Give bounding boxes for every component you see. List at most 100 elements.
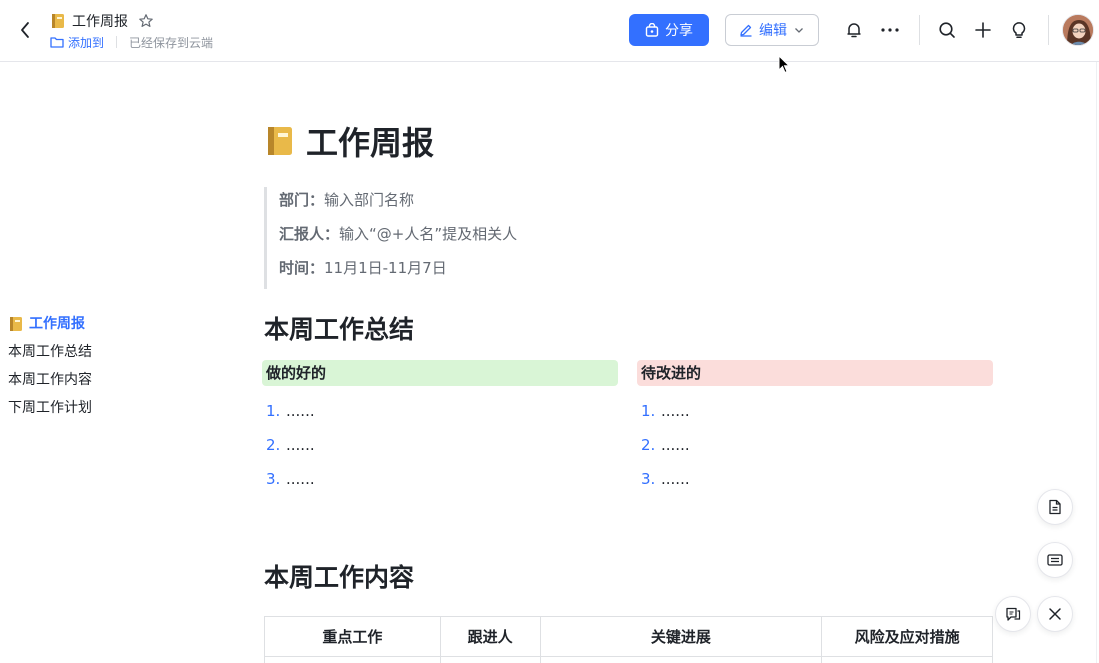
table-cell[interactable]: [439, 656, 541, 663]
comments-button[interactable]: [995, 596, 1031, 632]
meta-reporter: 汇报人：输入“@+人名”提及相关人: [279, 221, 517, 255]
meta-key: 时间：: [279, 259, 325, 277]
meta-value: 11月1日-11月7日: [324, 259, 447, 277]
list-item: 3.......: [262, 462, 618, 496]
outline-item-plan[interactable]: 下周工作计划: [8, 394, 208, 422]
list-item: 1.......: [262, 394, 618, 428]
avatar[interactable]: [1062, 14, 1094, 46]
work-table[interactable]: 重点工作 跟进人 关键进展 风险及应对措施: [264, 616, 993, 663]
scroll-track: [1096, 62, 1097, 663]
chevron-down-icon: [795, 28, 803, 33]
page-title: 工作周报: [264, 118, 434, 164]
meta-date: 时间：11月1日-11月7日: [279, 255, 517, 289]
comment-icon: [1006, 607, 1021, 621]
keyboard-shortcuts-button[interactable]: [1037, 542, 1073, 578]
user-avatar-icon: [1063, 15, 1093, 45]
outline-item-content[interactable]: 本周工作内容: [8, 366, 208, 394]
folder-icon: [50, 37, 64, 48]
search-icon: [939, 22, 955, 38]
add-to-button[interactable]: 添加到: [50, 34, 104, 51]
share-label: 分享: [665, 23, 693, 39]
list-item: 2.......: [637, 428, 993, 462]
edit-mode-dropdown[interactable]: 编辑: [725, 14, 819, 46]
toolbar-divider: [1048, 15, 1049, 45]
meta-block[interactable]: 部门：输入部门名称 汇报人：输入“@+人名”提及相关人 时间：11月1日-11月…: [264, 187, 517, 289]
toolbar-divider: [919, 15, 920, 45]
more-icon: [881, 28, 899, 32]
table-cell[interactable]: [264, 656, 441, 663]
help-button[interactable]: [1007, 18, 1031, 42]
list-text: ......: [286, 436, 315, 454]
top-bar: 工作周报 添加到 已经保存到云端 分享 编辑: [0, 0, 1099, 62]
document-outline: 工作周报 本周工作总结 本周工作内容 下周工作计划: [8, 310, 208, 422]
edit-label: 编辑: [759, 23, 787, 39]
page-title-text: 工作周报: [306, 124, 435, 162]
meta-department: 部门：输入部门名称: [279, 187, 517, 221]
list-number: 3.: [641, 470, 656, 488]
notebook-icon: [268, 127, 292, 155]
outline-item-label: 本周工作总结: [8, 344, 92, 360]
table-cell[interactable]: [821, 656, 993, 663]
meta-key: 部门：: [279, 191, 325, 209]
close-icon: [1049, 608, 1061, 620]
save-status: 已经保存到云端: [129, 35, 214, 50]
pencil-icon: [740, 24, 752, 37]
list-item: 1.......: [637, 394, 993, 428]
list-text: ......: [661, 470, 690, 488]
section-heading-summary: 本周工作总结: [264, 315, 415, 344]
list-number: 1.: [641, 402, 656, 420]
improve-column-title: 待改进的: [637, 360, 993, 386]
list-text: ......: [661, 436, 690, 454]
share-button[interactable]: 分享: [629, 14, 709, 46]
good-column-title: 做的好的: [262, 360, 618, 386]
notebook-icon: [52, 14, 64, 28]
lock-icon: [645, 23, 659, 37]
create-button[interactable]: [971, 18, 995, 42]
document-icon: [1049, 499, 1061, 515]
outline-item-title[interactable]: 工作周报: [8, 310, 208, 338]
table-header-cell[interactable]: 跟进人: [439, 616, 541, 657]
table-cell[interactable]: [539, 656, 823, 663]
outline-item-label: 工作周报: [29, 316, 85, 332]
doc-title: 工作周报: [72, 14, 128, 30]
bell-icon: [847, 23, 861, 38]
chevron-left-icon: [21, 22, 29, 38]
doc-header: 工作周报 添加到 已经保存到云端: [50, 11, 213, 51]
close-panel-button[interactable]: [1037, 596, 1073, 632]
meta-value: 输入部门名称: [324, 191, 415, 209]
table-header-row: 重点工作 跟进人 关键进展 风险及应对措施: [264, 616, 993, 657]
meta-value: 输入“@+人名”提及相关人: [339, 225, 518, 243]
table-header-cell[interactable]: 重点工作: [264, 616, 441, 657]
outline-item-label: 本周工作内容: [8, 372, 92, 388]
notification-button[interactable]: [842, 18, 866, 42]
list-number: 2.: [641, 436, 656, 454]
list-text: ......: [286, 402, 315, 420]
outline-item-label: 下周工作计划: [8, 400, 92, 416]
table-row: [264, 656, 993, 663]
mouse-cursor-icon: [778, 55, 790, 74]
add-to-label: 添加到: [68, 35, 105, 50]
document-info-button[interactable]: [1037, 489, 1073, 525]
lightbulb-icon: [1012, 22, 1026, 39]
table-header-cell[interactable]: 风险及应对措施: [821, 616, 993, 657]
list-number: 1.: [266, 402, 281, 420]
table-header-cell[interactable]: 关键进展: [539, 616, 823, 657]
plus-icon: [975, 22, 991, 38]
outline-item-summary[interactable]: 本周工作总结: [8, 338, 208, 366]
list-item: 2.......: [262, 428, 618, 462]
back-button[interactable]: [14, 18, 36, 42]
more-button[interactable]: [878, 18, 902, 42]
list-number: 3.: [266, 470, 281, 488]
meta-key: 汇报人：: [279, 225, 340, 243]
list-text: ......: [286, 470, 315, 488]
improve-column[interactable]: 待改进的 1....... 2....... 3.......: [637, 360, 993, 496]
notebook-icon: [10, 317, 22, 331]
section-heading-content: 本周工作内容: [264, 563, 415, 592]
list-text: ......: [661, 402, 690, 420]
good-column[interactable]: 做的好的 1....... 2....... 3.......: [262, 360, 618, 496]
list-item: 3.......: [637, 462, 993, 496]
divider: [116, 36, 118, 48]
search-button[interactable]: [935, 18, 959, 42]
list-number: 2.: [266, 436, 281, 454]
star-icon[interactable]: [138, 13, 154, 29]
